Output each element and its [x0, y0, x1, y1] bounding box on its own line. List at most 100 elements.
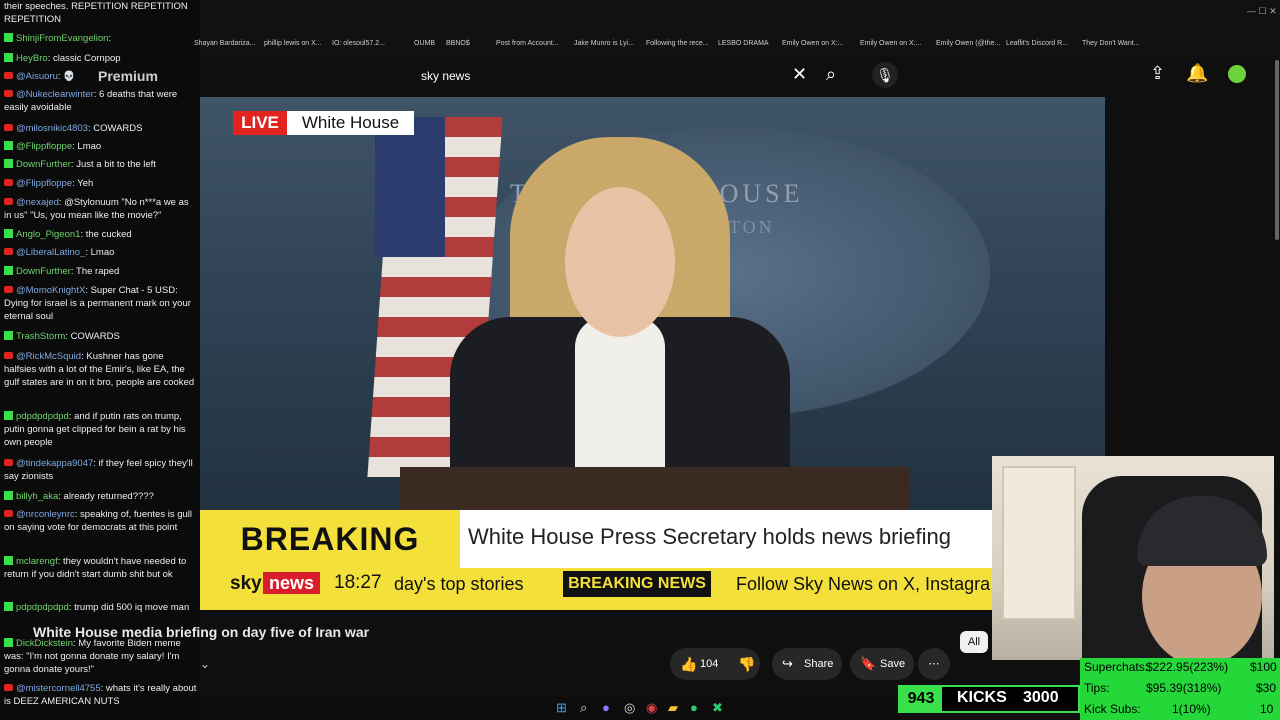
breaking-news-headline: White House Press Secretary holds news b… [468, 524, 951, 549]
like-icon[interactable]: 👍 [680, 648, 697, 680]
window-controls-icon[interactable]: — ☐ ✕ [1247, 6, 1277, 17]
share-button[interactable]: ↪ Share [772, 648, 842, 680]
chat-username[interactable]: @milosnikic4803 [16, 123, 88, 134]
chat-message: HeyBro: classic Cornpop [4, 52, 198, 65]
clear-search-icon[interactable]: ✕ [792, 64, 807, 85]
youtube-platform-icon [4, 286, 13, 293]
chat-username[interactable]: DownFurther [16, 266, 71, 277]
bookmark-item[interactable]: OUMB [414, 40, 435, 47]
bookmark-item[interactable]: They Don't Want... [1082, 40, 1140, 47]
bookmark-item[interactable]: Post from Account... [496, 40, 559, 47]
chat-message-text: 💀 [63, 71, 75, 82]
bookmark-item[interactable]: Shayan Bardariza... [194, 40, 255, 47]
microphone-icon[interactable]: 🎙 [872, 62, 898, 88]
chat-message: mclarengf: they wouldn't have needed to … [4, 556, 187, 580]
chat-message-text: COWARDS [93, 123, 143, 134]
chat-username[interactable]: @MomoKnightX [16, 285, 85, 296]
chat-message-text: their speeches. REPETITION REPETITION RE… [4, 1, 188, 25]
share-icon: ↪ [782, 656, 793, 671]
video-title: White House media briefing on day five o… [33, 624, 370, 640]
youtube-platform-icon [4, 179, 13, 186]
share-label: Share [804, 658, 834, 670]
discord-icon[interactable]: ● [602, 700, 610, 715]
chat-message-text: Yeh [77, 178, 94, 189]
bookmark-item[interactable]: Emily Owen on X:... [860, 40, 921, 47]
kicks-goal: 3000 [1023, 689, 1059, 706]
chevron-down-icon[interactable]: ⌄ [200, 657, 210, 671]
chat-message: pdpdpdpdpd: trump did 500 iq move man [4, 601, 198, 614]
bookmark-item[interactable]: BBNO$ [446, 40, 470, 47]
chat-message: ShinjiFromEvangelion: [4, 32, 198, 45]
chat-username[interactable]: HeyBro [16, 53, 48, 64]
bookmark-item[interactable]: Emily Owen (@the... [936, 40, 1000, 47]
xbox-icon[interactable]: ✖ [712, 700, 723, 716]
chat-username[interactable]: pdpdpdpdpd [16, 411, 69, 422]
chat-username[interactable]: mclarengf [16, 556, 58, 567]
page-scrollbar[interactable] [1275, 60, 1279, 240]
bookmark-item[interactable]: Jake Munro is Lyi... [574, 40, 634, 47]
taskbar-search-icon[interactable]: ⌕ [580, 700, 587, 716]
bookmark-item[interactable]: LESBO DRAMA [718, 40, 769, 47]
obs-icon[interactable]: ◉ [646, 700, 657, 716]
chat-message-text: The raped [76, 266, 120, 277]
chat-message: @nrconleynrc: speaking of, fuentes is gu… [4, 509, 192, 533]
chat-username[interactable]: @nrconleynrc [16, 509, 75, 520]
chat-message-text: already returned???? [63, 491, 154, 502]
account-avatar[interactable] [1228, 65, 1246, 83]
spotify-icon[interactable]: ● [690, 700, 698, 715]
chat-username[interactable]: @nexajed [16, 197, 59, 208]
bookmark-item[interactable]: Leaflit's Discord R... [1006, 40, 1068, 47]
search-icon[interactable]: ⌕ [826, 64, 836, 85]
bookmark-item[interactable]: IO: olesoul57.2... [332, 40, 385, 47]
chat-username[interactable]: Anglo_Pigeon1 [16, 229, 80, 240]
save-button[interactable]: 🔖 Save [850, 648, 914, 680]
chat-message: @Nukeclearwinter: 6 deaths that were eas… [4, 89, 178, 113]
chat-username[interactable]: ShinjiFromEvangelion [16, 33, 108, 44]
bookmark-item[interactable]: Following the rece... [646, 40, 709, 47]
bookmark-item[interactable]: Emily Owen on X:... [782, 40, 843, 47]
chat-username[interactable]: @Aisuoru [16, 71, 58, 82]
chat-username[interactable]: @Flippfloppe [16, 178, 72, 189]
search-input[interactable]: sky news [421, 69, 470, 83]
chat-username[interactable]: @Flippfloppe [16, 141, 72, 152]
broadcast-time: 18:27 [334, 572, 382, 593]
chat-message: pdpdpdpdpd: and if putin rats on trump, … [4, 411, 186, 448]
breaking-news-label: BREAKING NEWS [200, 510, 460, 615]
sky-news-logo: news [263, 572, 321, 594]
chat-message: DownFurther: The raped [4, 265, 198, 278]
chip-all[interactable]: All [960, 631, 988, 653]
donation-stats-panel: Superchats: $222.95(223%) $100 Tips: $95… [1080, 658, 1280, 720]
chat-username[interactable]: @Nukeclearwinter [16, 89, 94, 100]
chat-username[interactable]: @RickMcSquid [16, 351, 81, 362]
live-chat-panel: their speeches. REPETITION REPETITION RE… [0, 0, 200, 720]
more-actions-button[interactable]: ⋯ [918, 648, 950, 680]
chat-message: @tindekappa9047: if they feel spicy they… [4, 458, 193, 482]
tips-label: Tips: [1084, 681, 1110, 695]
chat-username[interactable]: billyh_aka [16, 491, 58, 502]
chat-message-text: COWARDS [70, 331, 120, 342]
bookmark-item[interactable]: phillip lewis on X... [264, 40, 322, 47]
chat-username[interactable]: TrashStorm [16, 331, 65, 342]
chat-username[interactable]: @LiberalLatino_ [16, 247, 85, 258]
speaker-blouse [575, 317, 665, 477]
youtube-platform-icon [4, 198, 13, 205]
windows-start-icon[interactable]: ⊞ [556, 700, 567, 716]
video-player[interactable]: THE WHITE HOUSE WASHINGTON [200, 97, 1105, 510]
chat-message: Anglo_Pigeon1: the cucked [4, 228, 198, 241]
chat-username[interactable]: @mistercornell4755 [16, 683, 101, 694]
chat-username[interactable]: @tindekappa9047 [16, 458, 93, 469]
chat-username[interactable]: DownFurther [16, 159, 71, 170]
kick-platform-icon [4, 53, 13, 62]
dislike-icon[interactable]: 👎 [738, 648, 755, 680]
chat-username[interactable]: pdpdpdpdpd [16, 602, 69, 613]
like-dislike-group: 👍 104 👎 [670, 648, 760, 680]
kick-platform-icon [4, 556, 13, 565]
live-location-label: White House [287, 111, 414, 135]
notifications-bell-icon[interactable]: 🔔 [1186, 63, 1208, 84]
youtube-platform-icon [4, 684, 13, 691]
upload-icon[interactable]: ⇪ [1150, 63, 1165, 84]
kick-platform-icon [4, 141, 13, 150]
browser-icon[interactable]: ◎ [624, 700, 635, 716]
chat-message: DickDickstein: My favorite Biden meme wa… [4, 638, 181, 675]
file-explorer-icon[interactable]: ▰ [668, 700, 678, 716]
